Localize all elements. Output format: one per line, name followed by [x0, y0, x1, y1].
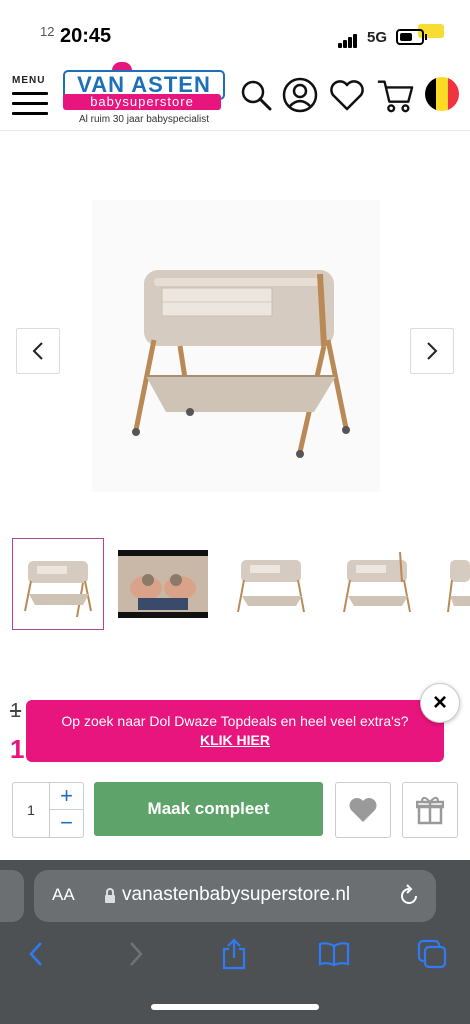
old-price: 1	[10, 700, 22, 722]
logo-tagline: Al ruim 30 jaar babyspecialist	[78, 114, 210, 125]
chevron-left-icon	[29, 942, 42, 966]
account-icon[interactable]	[281, 76, 319, 114]
promo-banner[interactable]: Op zoek naar Dol Dwaze Topdeals en heel …	[26, 700, 444, 762]
heart-icon	[349, 798, 377, 822]
url-text[interactable]: vanastenbabysuperstore.nl	[122, 884, 350, 906]
thumbnail-5[interactable]	[438, 538, 470, 628]
thumbnail-2-video[interactable]	[118, 550, 208, 618]
thumbnail-crib-image	[343, 551, 411, 613]
address-bar[interactable]: AA vanastenbabysuperstore.nl	[34, 870, 436, 922]
wishlist-button[interactable]	[335, 782, 391, 838]
logo-subtitle-text: babysuperstore	[90, 94, 194, 109]
gift-icon	[416, 796, 444, 825]
promo-link[interactable]: KLIK HIER	[200, 732, 270, 748]
share-button[interactable]	[216, 936, 252, 972]
thumbnail-video-image	[118, 556, 208, 612]
reload-icon[interactable]	[398, 883, 420, 907]
signal-icon	[338, 30, 358, 48]
current-price: 1	[10, 734, 25, 764]
book-icon	[318, 942, 350, 967]
gift-button[interactable]	[402, 782, 458, 838]
reader-options-button[interactable]: AA	[52, 885, 75, 905]
thumbnail-crib-image	[24, 561, 92, 618]
network-type: 5G	[367, 29, 388, 46]
bookmarks-button[interactable]	[316, 936, 352, 972]
thumbnail-4[interactable]	[332, 538, 422, 628]
battery-icon	[396, 29, 427, 45]
back-button[interactable]	[18, 936, 54, 972]
cart-icon[interactable]	[376, 76, 414, 114]
tabs-button[interactable]	[414, 936, 450, 972]
status-corner-text: 12	[40, 24, 55, 39]
promo-text: Op zoek naar Dol Dwaze Topdeals en heel …	[61, 713, 409, 729]
complete-button[interactable]: Maak compleet	[94, 782, 323, 836]
thumbnail-3[interactable]	[226, 538, 316, 628]
quantity-stepper: 1 + −	[12, 782, 84, 838]
lock-icon	[105, 888, 115, 903]
carousel-prev-button[interactable]	[16, 328, 60, 374]
status-time: 20:45	[60, 25, 112, 47]
chevron-right-icon	[427, 342, 438, 360]
close-icon[interactable]: ×	[420, 683, 460, 723]
hamburger-menu-icon[interactable]	[12, 92, 48, 122]
site-header: MENU VAN ASTEN babysuperstore Al ruim 30…	[0, 62, 470, 131]
chevron-right-icon	[130, 942, 143, 966]
menu-label[interactable]: MENU	[12, 75, 45, 86]
quantity-minus-button[interactable]: −	[50, 810, 83, 836]
heart-icon[interactable]	[328, 76, 366, 114]
thumbnail-1[interactable]	[12, 538, 104, 630]
logo-subtitle: babysuperstore	[63, 94, 221, 110]
quantity-value[interactable]: 1	[13, 783, 50, 837]
search-icon[interactable]	[237, 76, 275, 114]
status-bar: 12 20:45 5G	[0, 0, 470, 62]
forward-button[interactable]	[118, 936, 154, 972]
product-main-image[interactable]	[92, 200, 380, 492]
tabs-icon	[417, 939, 447, 969]
thumbnail-crib-image	[447, 560, 470, 613]
belgium-flag-icon[interactable]	[424, 76, 460, 112]
share-icon	[222, 938, 246, 970]
carousel-next-button[interactable]	[410, 328, 454, 374]
thumbnail-crib-image	[237, 560, 305, 613]
previous-tab-preview[interactable]	[0, 870, 24, 922]
quantity-plus-button[interactable]: +	[50, 783, 83, 810]
home-indicator	[151, 1004, 319, 1010]
chevron-left-icon	[32, 342, 43, 360]
